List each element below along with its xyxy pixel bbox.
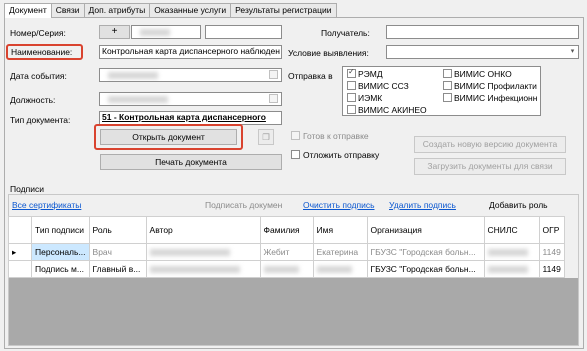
add-role-action[interactable]: Добавить роль [489, 200, 548, 210]
send-vimis-onko-label: ВИМИС ОНКО [454, 69, 512, 79]
column-header[interactable]: Роль [88, 216, 147, 244]
table-row[interactable]: ▸ Персональ... Врач Жебит Екатерина ГБУЗ… [8, 243, 565, 261]
postpone-send-checkbox[interactable] [291, 150, 300, 159]
cell-first-name[interactable] [312, 260, 368, 278]
send-vimis-akineo-label: ВИМИС АКИНЕО [358, 105, 427, 115]
table-header-row: Тип подписи Роль Автор Фамилия Имя Орган… [8, 216, 565, 244]
send-vimis-ssz-checkbox[interactable] [347, 81, 356, 90]
column-header[interactable]: ОГР [538, 216, 565, 244]
ready-to-send-checkbox[interactable] [291, 131, 300, 140]
delete-signature-link[interactable]: Удалить подпись [389, 200, 456, 210]
open-document-button[interactable]: Открыть документ [100, 129, 237, 145]
load-related-docs-button[interactable]: Загрузить документы для связи [414, 158, 566, 175]
column-header[interactable]: Имя [312, 216, 368, 244]
cell-last-name[interactable] [259, 260, 314, 278]
table-row[interactable]: Подпись м... Главный в... ГБУЗС "Городск… [8, 260, 565, 278]
chevron-down-icon[interactable]: ▾ [568, 47, 577, 56]
cell-author[interactable] [145, 243, 261, 261]
send-remd-label: РЭМД [358, 69, 383, 79]
cell-author[interactable] [145, 260, 261, 278]
position-field[interactable] [99, 92, 282, 106]
send-vimis-akineo-checkbox[interactable] [347, 105, 356, 114]
detection-condition-select[interactable]: ▾ [386, 45, 579, 59]
tab-links[interactable]: Связи [50, 3, 85, 17]
cell-signature-type[interactable]: Персональ... [31, 243, 90, 261]
ready-to-send-label: Готов к отправке [303, 131, 369, 141]
copy-document-icon[interactable]: ❐ [258, 129, 274, 145]
tab-extra-attributes[interactable]: Доп. атрибуты [83, 3, 151, 17]
clear-signature-link[interactable]: Очистить подпись [303, 200, 375, 210]
send-vimis-infect-checkbox[interactable] [443, 93, 452, 102]
postpone-send-label: Отложить отправку [303, 150, 380, 160]
detection-condition-label: Условие выявления: [288, 48, 369, 58]
send-vimis-prof-label: ВИМИС Профилакти [454, 81, 537, 91]
all-certificates-link[interactable]: Все сертификаты [12, 200, 81, 210]
cell-snils[interactable] [483, 260, 540, 278]
cell-role[interactable]: Главный в... [88, 260, 147, 278]
send-to-label: Отправка в [288, 71, 333, 81]
cell-organization[interactable]: ГБУЗС "Городская больн... [366, 260, 485, 278]
send-remd-checkbox[interactable] [347, 67, 356, 78]
cell-first-name[interactable]: Екатерина [312, 243, 368, 261]
position-label: Должность: [10, 95, 56, 105]
tab-bar: Документ Связи Доп. атрибуты Оказанные у… [4, 3, 337, 18]
signatures-section-title: Подписи [10, 184, 44, 194]
column-header[interactable]: Фамилия [259, 216, 314, 244]
send-vimis-ssz-label: ВИМИС ССЗ [358, 81, 409, 91]
row-indicator-header [8, 216, 32, 244]
cell-signature-type[interactable]: Подпись м... [31, 260, 90, 278]
send-vimis-onko-checkbox[interactable] [443, 69, 452, 78]
column-header[interactable]: Организация [366, 216, 485, 244]
tab-document[interactable]: Документ [4, 3, 52, 18]
event-date-label: Дата события: [10, 71, 67, 81]
add-number-button[interactable]: + [99, 25, 130, 39]
tab-registration-results[interactable]: Результаты регистрации [230, 3, 337, 17]
send-iemk-checkbox[interactable] [347, 93, 356, 102]
row-indicator [8, 260, 32, 278]
column-header[interactable]: Автор [145, 216, 261, 244]
current-row-arrow-icon: ▸ [8, 243, 32, 261]
cell-snils[interactable] [483, 243, 540, 261]
event-date-calendar-icon[interactable] [269, 70, 278, 79]
cell-organization[interactable]: ГБУЗС "Городская больн... [366, 243, 485, 261]
signatures-table: Тип подписи Роль Автор Фамилия Имя Орган… [8, 216, 565, 278]
event-date-field[interactable] [99, 68, 282, 82]
name-label: Наименование: [11, 47, 73, 57]
number-field[interactable] [205, 25, 282, 39]
cell-ogr[interactable]: 1149 [538, 260, 565, 278]
table-empty-area [9, 278, 578, 345]
column-header[interactable]: Тип подписи [31, 216, 90, 244]
cell-last-name[interactable]: Жебит [259, 243, 314, 261]
tab-services[interactable]: Оказанные услуги [149, 3, 232, 17]
position-select-icon[interactable] [269, 94, 278, 103]
doc-type-label: Тип документа: [10, 115, 71, 125]
number-series-label: Номер/Серия: [10, 28, 66, 38]
cell-ogr[interactable]: 1149 [538, 243, 565, 261]
column-header[interactable]: СНИЛС [483, 216, 540, 244]
doc-type-field[interactable]: 51 - Контрольная карта диспансерного [99, 111, 282, 125]
send-vimis-prof-checkbox[interactable] [443, 81, 452, 90]
print-document-button[interactable]: Печать документа [100, 154, 282, 170]
name-field[interactable]: Контрольная карта диспансерного наблюден [99, 45, 282, 59]
recipient-field[interactable] [386, 25, 579, 39]
cell-role[interactable]: Врач [88, 243, 147, 261]
series-field[interactable] [131, 25, 201, 39]
send-iemk-label: ИЭМК [358, 93, 383, 103]
create-new-version-button[interactable]: Создать новую версию документа [414, 136, 566, 153]
recipient-label: Получатель: [321, 28, 370, 38]
sign-document-action[interactable]: Подписать докумен [205, 200, 282, 210]
send-vimis-infect-label: ВИМИС Инфекционн [454, 93, 538, 103]
